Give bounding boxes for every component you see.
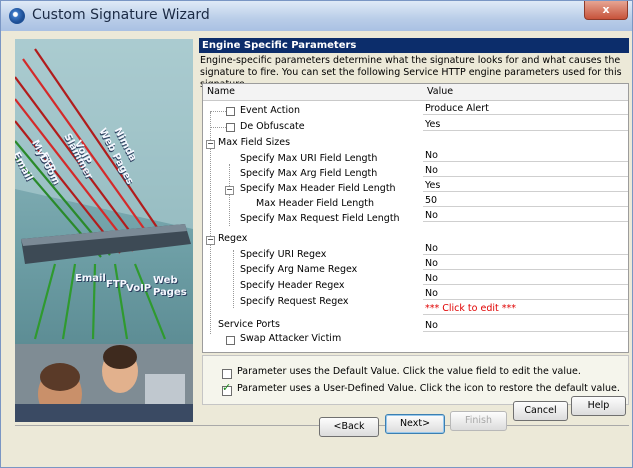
tree-line bbox=[210, 127, 226, 128]
param-label: Specify Max URI Field Length bbox=[240, 153, 378, 164]
param-label: Specify URI Regex bbox=[240, 249, 327, 260]
click-to-edit-value[interactable]: *** Click to edit *** bbox=[423, 303, 628, 315]
column-header-name: Name bbox=[207, 86, 236, 97]
side-word-bottom-2: FTP bbox=[106, 279, 127, 290]
param-label: Specify Max Arg Field Length bbox=[240, 168, 378, 179]
param-label: Specify Max Request Field Length bbox=[240, 213, 400, 224]
legend-panel: Parameter uses the Default Value. Click … bbox=[202, 355, 629, 405]
param-value[interactable]: No bbox=[423, 165, 628, 177]
column-header-value: Value bbox=[427, 86, 454, 97]
param-value[interactable]: No bbox=[423, 210, 628, 222]
collapse-toggle-icon[interactable]: − bbox=[206, 140, 215, 149]
next-button[interactable]: Next> bbox=[385, 414, 445, 434]
side-word-bottom-5: Pages bbox=[153, 287, 187, 298]
cancel-button[interactable]: Cancel bbox=[513, 401, 568, 421]
default-value-checkbox[interactable] bbox=[226, 107, 235, 116]
param-value[interactable]: Yes bbox=[423, 119, 628, 131]
parameter-grid: Name Value Event Action Produce Alert De… bbox=[202, 83, 629, 353]
help-button[interactable]: Help bbox=[571, 396, 626, 416]
group-label: Regex bbox=[218, 233, 248, 244]
param-label: Swap Attacker Victim bbox=[240, 333, 342, 344]
checkmark-icon: ✓ bbox=[222, 381, 232, 394]
window-title: Custom Signature Wizard bbox=[32, 7, 210, 23]
param-value[interactable]: No bbox=[423, 288, 628, 300]
param-value[interactable]: Produce Alert bbox=[423, 103, 628, 115]
default-value-checkbox[interactable] bbox=[226, 336, 235, 345]
param-value[interactable]: Yes bbox=[423, 180, 628, 192]
legend-default-text: Parameter uses the Default Value. Click … bbox=[237, 366, 581, 377]
grid-header: Name Value bbox=[203, 84, 628, 101]
close-button[interactable]: x bbox=[584, 1, 628, 20]
legend-user-text: Parameter uses a User-Defined Value. Cli… bbox=[237, 383, 620, 394]
side-word-bottom-4: Web bbox=[153, 275, 178, 286]
param-label: Specify Max Header Field Length bbox=[240, 183, 396, 194]
default-value-checkbox[interactable] bbox=[226, 123, 235, 132]
page-header: Engine Specific Parameters bbox=[199, 38, 629, 53]
param-value[interactable]: No bbox=[423, 243, 628, 255]
tree-line bbox=[229, 164, 230, 226]
group-label: Max Field Sizes bbox=[218, 137, 291, 148]
param-value[interactable]: No bbox=[423, 320, 628, 332]
side-illustration: Nimda Web Pages VoIP Slammer FTP MyDoom … bbox=[15, 39, 193, 422]
finish-button[interactable]: Finish bbox=[450, 411, 507, 431]
param-label: Service Ports bbox=[218, 319, 280, 330]
param-label: De Obfuscate bbox=[240, 121, 305, 132]
app-logo-icon bbox=[9, 8, 25, 24]
param-value[interactable]: 50 bbox=[423, 195, 628, 207]
collapse-toggle-icon[interactable]: − bbox=[206, 236, 215, 245]
tree-line bbox=[233, 250, 234, 308]
param-label: Max Header Field Length bbox=[256, 198, 374, 209]
param-label: Specify Request Regex bbox=[240, 296, 349, 307]
param-label: Specify Header Regex bbox=[240, 280, 345, 291]
network-traffic-illustration bbox=[15, 39, 193, 422]
side-word-bottom-1: Email bbox=[75, 273, 106, 284]
param-value[interactable]: No bbox=[423, 150, 628, 162]
side-word-bottom-3: VoIP bbox=[126, 283, 152, 294]
param-label: Event Action bbox=[240, 105, 300, 116]
title-bar[interactable]: Custom Signature Wizard x bbox=[1, 1, 632, 31]
wizard-window: Custom Signature Wizard x Nimda Web Page… bbox=[0, 0, 633, 468]
collapse-toggle-icon[interactable]: − bbox=[225, 186, 234, 195]
default-value-legend-icon bbox=[222, 369, 232, 379]
param-value[interactable]: No bbox=[423, 258, 628, 270]
param-label: Specify Arg Name Regex bbox=[240, 264, 358, 275]
tree-line bbox=[210, 111, 226, 112]
back-button[interactable]: <Back bbox=[319, 417, 379, 437]
param-value[interactable]: No bbox=[423, 273, 628, 285]
